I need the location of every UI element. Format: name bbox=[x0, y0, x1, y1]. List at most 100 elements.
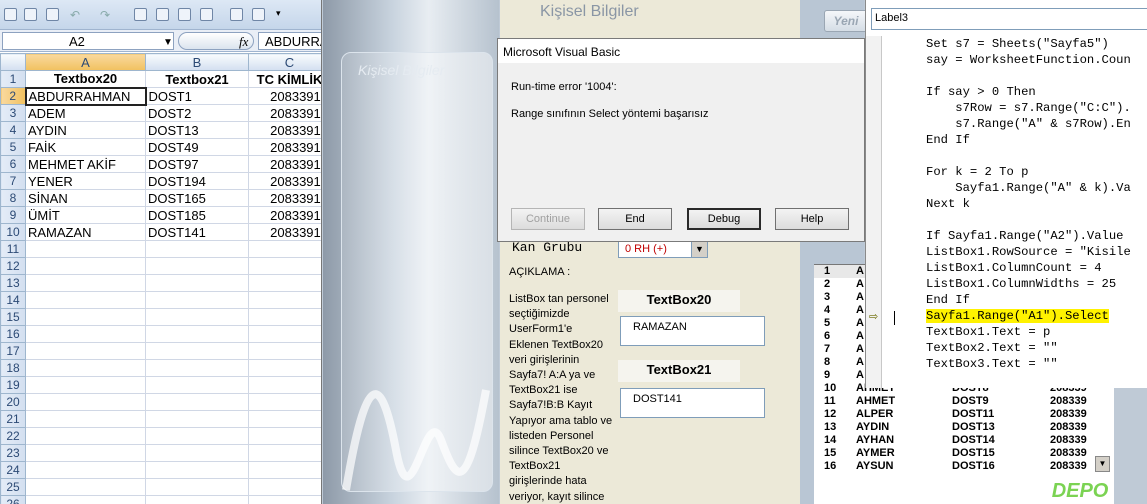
row-header[interactable]: 21 bbox=[0, 410, 26, 428]
cell[interactable]: MEHMET AKİF bbox=[25, 155, 146, 173]
cell[interactable] bbox=[248, 308, 321, 326]
row-header[interactable]: 6 bbox=[0, 155, 26, 173]
cell[interactable] bbox=[145, 274, 249, 292]
cell[interactable] bbox=[25, 257, 146, 275]
cell[interactable]: FAİK bbox=[25, 138, 146, 156]
redo-icon[interactable]: ↷ bbox=[100, 8, 113, 22]
blood-group-select[interactable]: 0 RH (+) ▼ bbox=[618, 240, 708, 258]
row-header[interactable]: 24 bbox=[0, 461, 26, 479]
cell[interactable] bbox=[248, 495, 321, 504]
select-all-corner[interactable] bbox=[0, 53, 26, 71]
list-item[interactable]: 13 AYDIN DOST13 208339 bbox=[814, 421, 1110, 434]
cell[interactable]: ÜMİT bbox=[25, 206, 146, 224]
sheet-table[interactable]: A B C 1 Textbox20 Textbox21 TC KİMLİK 2 ABDURRAH… bbox=[0, 53, 321, 504]
cell[interactable]: DOST2 bbox=[145, 104, 249, 122]
row-header[interactable]: 12 bbox=[0, 257, 26, 275]
row-header[interactable]: 1 bbox=[0, 70, 26, 88]
row-header[interactable]: 10 bbox=[0, 223, 26, 241]
cell[interactable] bbox=[248, 393, 321, 411]
cell[interactable] bbox=[145, 495, 249, 504]
cell[interactable]: RAMAZAN bbox=[25, 223, 146, 241]
cell[interactable] bbox=[248, 478, 321, 496]
list-item[interactable]: 16 AYSUN DOST16 208339 bbox=[814, 460, 1110, 473]
cell[interactable] bbox=[25, 308, 146, 326]
row-header[interactable]: 19 bbox=[0, 376, 26, 394]
cell[interactable] bbox=[25, 495, 146, 504]
cell[interactable] bbox=[25, 393, 146, 411]
row-header[interactable]: 16 bbox=[0, 325, 26, 343]
cell[interactable] bbox=[248, 427, 321, 445]
textbox20-input[interactable]: RAMAZAN bbox=[620, 316, 765, 346]
cell[interactable] bbox=[145, 291, 249, 309]
cell[interactable] bbox=[25, 274, 146, 292]
end-button[interactable]: End bbox=[598, 208, 672, 230]
cell[interactable]: 20833915 bbox=[248, 104, 321, 122]
list-item[interactable]: 12 ALPER DOST11 208339 bbox=[814, 408, 1110, 421]
new-document-icon[interactable] bbox=[230, 8, 243, 21]
chevron-down-icon[interactable]: ▼ bbox=[691, 241, 707, 257]
cell[interactable] bbox=[145, 359, 249, 377]
cell[interactable]: DOST13 bbox=[145, 121, 249, 139]
cell[interactable] bbox=[25, 478, 146, 496]
row-header[interactable]: 23 bbox=[0, 444, 26, 462]
cell[interactable] bbox=[248, 444, 321, 462]
textbox21-input[interactable]: DOST141 bbox=[620, 388, 765, 418]
cell[interactable]: YENER bbox=[25, 172, 146, 190]
cell[interactable] bbox=[25, 410, 146, 428]
cell[interactable] bbox=[248, 359, 321, 377]
cell[interactable] bbox=[248, 240, 321, 258]
camera-icon[interactable] bbox=[4, 8, 17, 21]
row-header[interactable]: 25 bbox=[0, 478, 26, 496]
row-header[interactable]: 3 bbox=[0, 104, 26, 122]
list-item[interactable]: 14 AYHAN DOST14 208339 bbox=[814, 434, 1110, 447]
cell[interactable] bbox=[145, 257, 249, 275]
cell[interactable]: DOST165 bbox=[145, 189, 249, 207]
scroll-down-icon[interactable]: ▼ bbox=[1095, 456, 1110, 472]
cell[interactable]: ADEM bbox=[25, 104, 146, 122]
help-button[interactable]: Help bbox=[775, 208, 849, 230]
cell[interactable]: 20833915 bbox=[248, 206, 321, 224]
cell[interactable] bbox=[145, 342, 249, 360]
row-header[interactable]: 4 bbox=[0, 121, 26, 139]
column-header-c[interactable]: C bbox=[248, 53, 321, 71]
row-header[interactable]: 26 bbox=[0, 495, 26, 504]
cell[interactable] bbox=[25, 427, 146, 445]
tools-icon[interactable] bbox=[200, 8, 213, 21]
cell[interactable] bbox=[25, 359, 146, 377]
debug-button[interactable]: Debug bbox=[687, 208, 761, 230]
cell[interactable] bbox=[145, 240, 249, 258]
cell[interactable] bbox=[248, 274, 321, 292]
row-header[interactable]: 11 bbox=[0, 240, 26, 258]
row-header[interactable]: 13 bbox=[0, 274, 26, 292]
cell[interactable]: 20833915 bbox=[248, 223, 321, 241]
cell[interactable] bbox=[248, 325, 321, 343]
cell[interactable] bbox=[248, 376, 321, 394]
cell[interactable]: DOST194 bbox=[145, 172, 249, 190]
cell[interactable]: ABDURRAHMAN bbox=[24, 86, 147, 106]
cell[interactable]: 20833915 bbox=[248, 121, 321, 139]
row-header[interactable]: 8 bbox=[0, 189, 26, 207]
list-item[interactable]: 11 AHMET DOST9 208339 bbox=[814, 395, 1110, 408]
spreadsheet-grid[interactable]: A B C 1 Textbox20 Textbox21 TC KİMLİK 2 ABDURRAH… bbox=[0, 53, 321, 504]
continue-button[interactable]: Continue bbox=[511, 208, 585, 230]
row-header[interactable]: 15 bbox=[0, 308, 26, 326]
formula-input[interactable]: ABDURRAHMAN bbox=[258, 32, 321, 50]
row-header[interactable]: 9 bbox=[0, 206, 26, 224]
row-header[interactable]: 18 bbox=[0, 359, 26, 377]
cell[interactable]: 20833915 bbox=[248, 87, 321, 105]
row-header[interactable]: 17 bbox=[0, 342, 26, 360]
cell[interactable]: AYDIN bbox=[25, 121, 146, 139]
undo-icon[interactable]: ↶ bbox=[70, 8, 83, 22]
macro-icon[interactable] bbox=[252, 8, 265, 21]
cell[interactable]: DOST185 bbox=[145, 206, 249, 224]
cell[interactable] bbox=[145, 376, 249, 394]
cell[interactable] bbox=[145, 308, 249, 326]
cell[interactable] bbox=[145, 444, 249, 462]
column-header-b[interactable]: B bbox=[145, 53, 249, 71]
row-header[interactable]: 2 bbox=[0, 87, 26, 105]
cell[interactable] bbox=[25, 444, 146, 462]
row-header[interactable]: 5 bbox=[0, 138, 26, 156]
new-button[interactable]: Yeni bbox=[824, 10, 868, 32]
chevron-down-icon[interactable]: ▼ bbox=[163, 37, 173, 48]
cell[interactable] bbox=[248, 461, 321, 479]
